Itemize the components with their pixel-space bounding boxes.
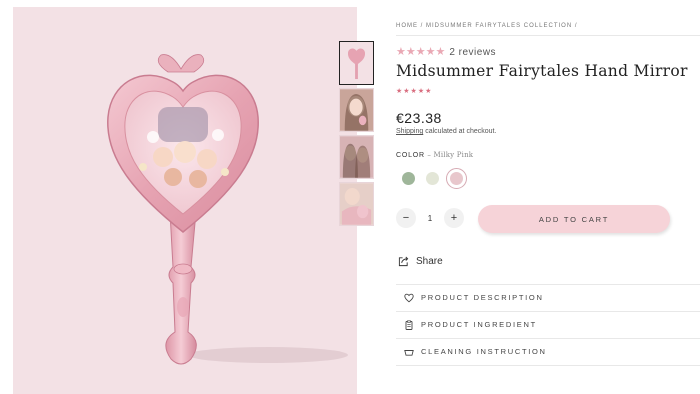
color-swatches xyxy=(398,168,470,189)
color-label: COLOR – Milky Pink xyxy=(396,151,473,159)
share-label: Share xyxy=(416,256,443,267)
thumbnail-mirror-image xyxy=(340,42,373,84)
swatch-cream[interactable] xyxy=(422,168,443,189)
quantity-increase-button[interactable]: + xyxy=(444,208,464,228)
shipping-text: calculated at checkout. xyxy=(423,128,497,135)
share-icon xyxy=(398,256,409,267)
review-count[interactable]: 2 reviews xyxy=(449,47,496,58)
thumbnail-1[interactable] xyxy=(339,41,374,85)
swatch-dot xyxy=(426,172,439,185)
breadcrumb-home[interactable]: HOME xyxy=(396,23,418,29)
main-product-image[interactable] xyxy=(13,7,357,394)
swatch-dot xyxy=(402,172,415,185)
thumbnail-detail-image xyxy=(340,183,373,225)
breadcrumb-collection[interactable]: MIDSUMMER FAIRYTALES COLLECTION xyxy=(426,23,572,29)
thumbnail-strip xyxy=(339,41,374,229)
product-price: €23.38 xyxy=(396,110,442,126)
breadcrumb-separator: / xyxy=(572,23,578,29)
share-button[interactable]: Share xyxy=(398,256,443,267)
swatch-milky-pink[interactable] xyxy=(446,168,467,189)
thumbnail-2[interactable] xyxy=(339,88,374,132)
product-title: Midsummer Fairytales Hand Mirror xyxy=(396,62,688,80)
shipping-note: Shipping calculated at checkout. xyxy=(396,128,496,135)
accordion-label: CLEANING INSTRUCTION xyxy=(421,347,547,356)
breadcrumb: HOME / MIDSUMMER FAIRYTALES COLLECTION / xyxy=(396,23,578,29)
accordion-label: PRODUCT INGREDIENT xyxy=(421,320,537,329)
accordion-product-ingredient[interactable]: PRODUCT INGREDIENT xyxy=(396,311,700,338)
divider xyxy=(396,365,700,366)
breadcrumb-separator: / xyxy=(418,23,427,29)
color-label-text: COLOR xyxy=(396,152,425,159)
swatch-dot xyxy=(450,172,463,185)
hand-mirror-illustration xyxy=(107,54,348,365)
swatch-sage-green[interactable] xyxy=(398,168,419,189)
accordion-cleaning-instruction[interactable]: CLEANING INSTRUCTION xyxy=(396,338,700,365)
selected-color-name: Milky Pink xyxy=(433,151,474,159)
quantity-value[interactable]: 1 xyxy=(416,214,444,223)
accordion-product-description[interactable]: PRODUCT DESCRIPTION xyxy=(396,284,700,311)
small-rating-stars: ★★★★★ xyxy=(396,88,433,95)
quantity-stepper: − 1 + xyxy=(396,208,464,228)
accordion-label: PRODUCT DESCRIPTION xyxy=(421,293,544,302)
clipboard-icon xyxy=(405,319,413,330)
rating-summary[interactable]: ★★★★★ 2 reviews xyxy=(396,46,496,59)
heart-icon xyxy=(404,293,414,302)
basin-icon xyxy=(404,349,414,356)
thumbnail-3[interactable] xyxy=(339,135,374,179)
quantity-decrease-button[interactable]: − xyxy=(396,208,416,228)
thumbnail-models-image xyxy=(340,136,373,178)
review-stars: ★★★★★ xyxy=(396,46,446,58)
divider xyxy=(396,35,700,36)
add-to-cart-button[interactable]: ADD TO CART xyxy=(478,205,670,233)
shipping-link[interactable]: Shipping xyxy=(396,128,423,135)
thumbnail-4[interactable] xyxy=(339,182,374,226)
thumbnail-model-image xyxy=(340,89,373,131)
